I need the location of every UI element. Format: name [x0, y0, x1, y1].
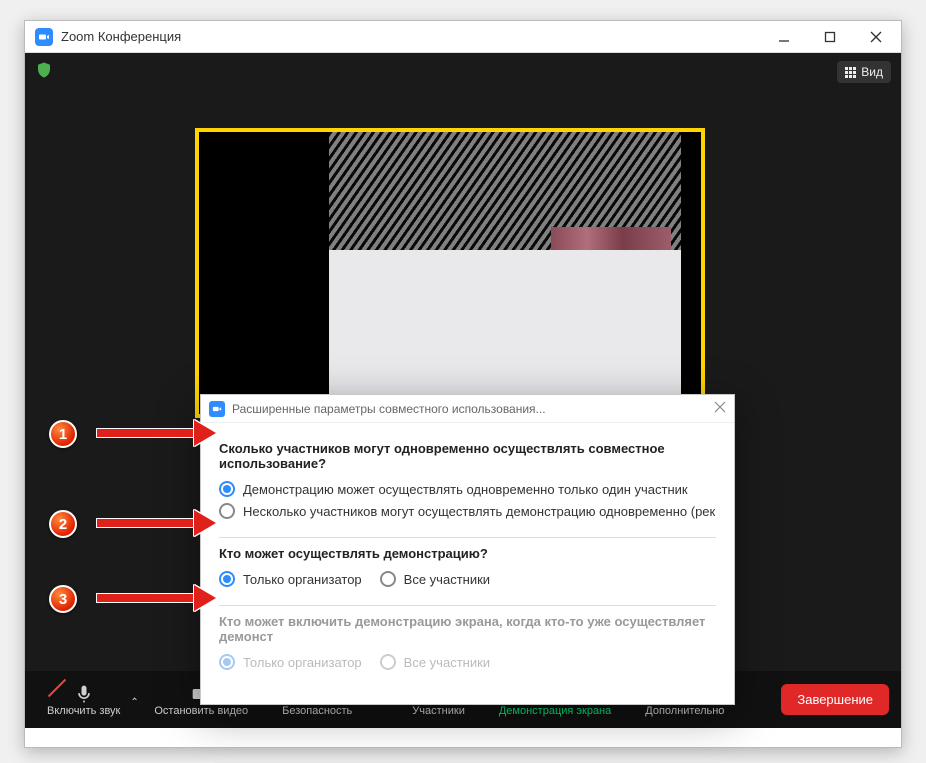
video-tile-main[interactable]: [195, 128, 705, 418]
zoom-logo-icon: [209, 401, 225, 417]
video-content: [551, 227, 671, 417]
q1-label: Сколько участников могут одновременно ос…: [219, 441, 716, 471]
view-label: Вид: [861, 65, 883, 79]
dialog-close-button[interactable]: [714, 400, 726, 418]
radio-icon: [219, 503, 235, 519]
audio-chevron[interactable]: ⌃: [130, 691, 144, 708]
annotation-badge-3: 3: [49, 585, 77, 613]
meeting-topbar: Вид: [25, 53, 901, 91]
radio-icon: [219, 654, 235, 670]
mic-slash-icon: [48, 679, 66, 697]
audio-button[interactable]: Включить звук: [37, 671, 130, 728]
share-settings-dialog: Расширенные параметры совместного исполь…: [200, 394, 735, 705]
q2-label: Кто может осуществлять демонстрацию?: [219, 546, 716, 561]
window-minimize-button[interactable]: [761, 21, 807, 53]
q1-option-2[interactable]: Несколько участников могут осуществлять …: [219, 503, 716, 519]
grid-icon: [845, 67, 856, 78]
end-meeting-button[interactable]: Завершение: [781, 684, 889, 715]
radio-icon: [219, 571, 235, 587]
dialog-section-3: Кто может включить демонстрацию экрана, …: [219, 606, 716, 688]
window-close-button[interactable]: [853, 21, 899, 53]
titlebar: Zoom Конференция: [25, 21, 901, 53]
annotation-badge-2: 2: [49, 510, 77, 538]
radio-icon: [380, 654, 396, 670]
dialog-body: Сколько участников могут одновременно ос…: [201, 423, 734, 704]
zoom-logo-icon: [35, 28, 53, 46]
window-maximize-button[interactable]: [807, 21, 853, 53]
window-title: Zoom Конференция: [61, 29, 761, 44]
view-mode-button[interactable]: Вид: [837, 61, 891, 83]
dialog-section-1: Сколько участников могут одновременно ос…: [219, 433, 716, 538]
q2-option-1[interactable]: Только организатор: [219, 571, 362, 587]
annotation-arrow-2: [96, 515, 216, 531]
dialog-title: Расширенные параметры совместного исполь…: [232, 402, 714, 416]
q2-option-2[interactable]: Все участники: [380, 571, 490, 587]
annotation-arrow-1: [96, 425, 216, 441]
q3-label: Кто может включить демонстрацию экрана, …: [219, 614, 716, 644]
dialog-titlebar: Расширенные параметры совместного исполь…: [201, 395, 734, 423]
annotation-arrow-3: [96, 590, 216, 606]
radio-icon: [380, 571, 396, 587]
q3-option-1: Только организатор: [219, 654, 362, 670]
q3-option-2: Все участники: [380, 654, 490, 670]
q1-option-1[interactable]: Демонстрацию может осуществлять одноврем…: [219, 481, 716, 497]
annotation-badge-1: 1: [49, 420, 77, 448]
security-shield-icon[interactable]: [35, 60, 53, 85]
radio-icon: [219, 481, 235, 497]
dialog-section-2: Кто может осуществлять демонстрацию? Тол…: [219, 538, 716, 606]
